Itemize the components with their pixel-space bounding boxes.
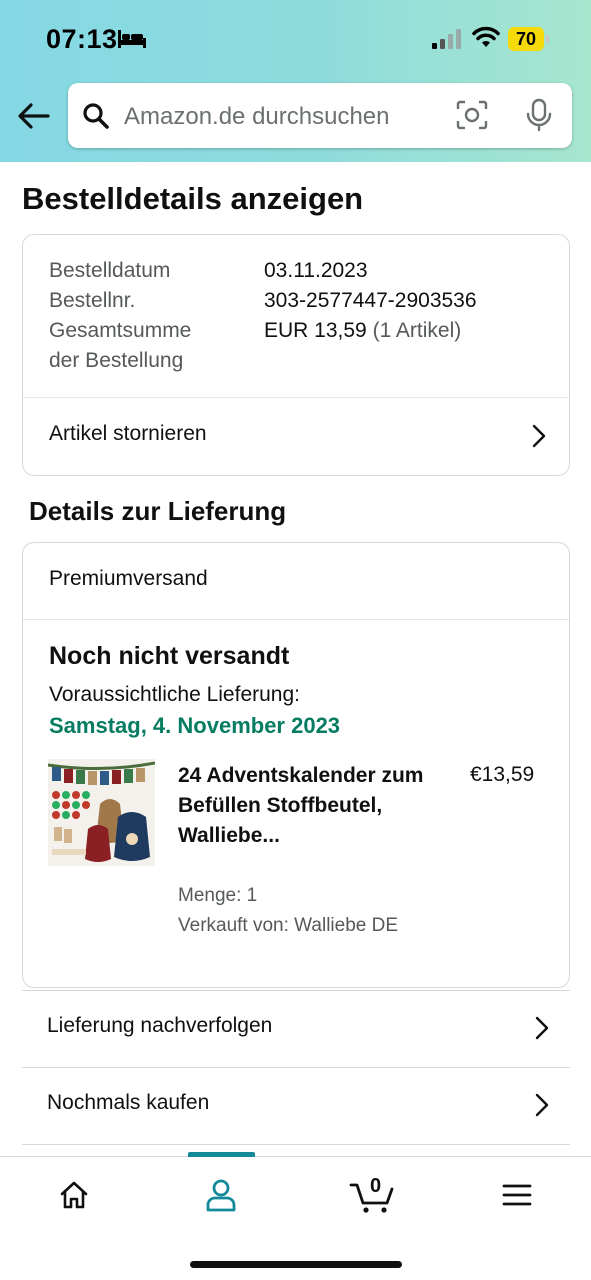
product-seller: Verkauft von: Walliebe DE [178, 915, 399, 936]
order-number-value: 303-2577447-2903536 [264, 289, 477, 312]
account-icon [206, 1179, 236, 1212]
shipment-status: Noch nicht versandt [49, 642, 290, 670]
cart-icon [349, 1183, 394, 1213]
shipping-type: Premiumversand [49, 567, 208, 590]
expected-delivery-date: Samstag, 4. November 2023 [49, 713, 341, 738]
order-total-label-line2: der Bestellung [49, 349, 184, 372]
expected-delivery-label: Voraussichtliche Lieferung: [49, 683, 300, 706]
order-date-value: 03.11.2023 [264, 259, 368, 282]
order-total-amount: EUR 13,59 [264, 319, 367, 342]
search-placeholder: Amazon.de durchsuchen [124, 103, 390, 130]
home-icon [60, 1181, 88, 1209]
delivery-section-title: Details zur Lieferung [29, 496, 287, 526]
microphone-icon[interactable] [524, 98, 554, 132]
page-title: Bestelldetails anzeigen [22, 181, 364, 216]
product-title[interactable]: 24 Adventskalender zum Befüllen Stoffbeu… [178, 761, 428, 851]
status-time: 07:13 [46, 24, 118, 54]
delivery-card: Premiumversand Noch nicht versandt Vorau… [22, 542, 570, 988]
order-total-items: (1 Artikel) [372, 319, 462, 342]
nav-account-button[interactable] [191, 1173, 251, 1217]
order-number-label: Bestellnr. [49, 289, 136, 312]
home-indicator [190, 1261, 402, 1268]
nav-menu-button[interactable] [487, 1173, 547, 1217]
search-input[interactable]: Amazon.de durchsuchen [68, 83, 572, 148]
back-arrow-icon[interactable] [14, 96, 54, 136]
menu-icon [502, 1184, 532, 1206]
header: 07:13 70 Amazon.de durchsuchen [0, 0, 591, 162]
chevron-right-icon [532, 424, 546, 448]
battery-cap [546, 35, 549, 43]
chevron-right-icon [535, 1093, 549, 1117]
active-tab-indicator [188, 1152, 255, 1157]
order-total-value: EUR 13,59 (1 Artikel) [264, 316, 461, 346]
order-summary-card: Bestelldatum 03.11.2023 Bestellnr. 303-2… [22, 234, 570, 476]
divider [23, 619, 569, 620]
track-delivery-row[interactable]: Lieferung nachverfolgen [22, 990, 570, 1067]
cancel-items-row[interactable]: Artikel stornieren [23, 398, 569, 475]
track-delivery-label: Lieferung nachverfolgen [47, 1014, 273, 1037]
nav-cart-button[interactable]: 0 [342, 1173, 402, 1217]
search-icon [83, 103, 109, 129]
wifi-icon [472, 26, 500, 47]
chevron-right-icon [535, 1016, 549, 1040]
cart-wrapper: 0 [349, 1175, 395, 1215]
nav-home-button[interactable] [44, 1173, 104, 1217]
order-date-label: Bestelldatum [49, 259, 171, 282]
buy-again-row[interactable]: Nochmals kaufen [22, 1067, 570, 1144]
product-quantity: Menge: 1 [178, 885, 258, 906]
product-image[interactable] [48, 759, 155, 866]
battery-level: 70 [508, 27, 544, 51]
list-divider [22, 1144, 570, 1156]
cellular-signal-icon [432, 29, 461, 49]
camera-search-icon[interactable] [456, 100, 488, 130]
bottom-navigation: 0 [0, 1152, 591, 1280]
product-price: €13,59 [470, 763, 535, 786]
order-total-label-line1: Gesamtsumme [49, 319, 192, 342]
battery-indicator: 70 [508, 27, 550, 51]
sleep-focus-icon [118, 30, 146, 48]
buy-again-label: Nochmals kaufen [47, 1091, 210, 1114]
cancel-items-label: Artikel stornieren [49, 422, 207, 445]
